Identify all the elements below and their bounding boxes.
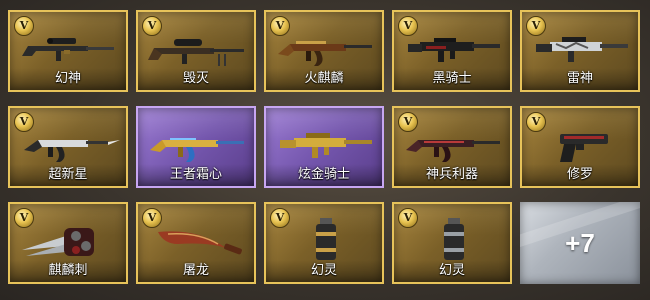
weapon-card[interactable]: V 火麒麟 [264, 10, 384, 92]
weapon-card[interactable]: V 幻灵 [392, 202, 512, 284]
weapon-card[interactable]: 王者霜心 [136, 106, 256, 188]
weapon-name: 幻灵 [394, 260, 510, 282]
ak-rifle-icon [150, 138, 244, 162]
ak-rifle-icon [406, 140, 500, 162]
weapon-name: 火麒麟 [266, 68, 382, 90]
claw-blade-icon [22, 228, 94, 256]
more-items-button[interactable]: +7 [520, 202, 640, 284]
weapon-card[interactable]: V 超新星 [8, 106, 128, 188]
weapon-card[interactable]: V 修罗 [520, 106, 640, 188]
sniper-rifle-icon [22, 38, 114, 61]
more-count: +7 [565, 227, 595, 258]
weapon-card[interactable]: V 幻灵 [264, 202, 384, 284]
pistol-icon [560, 134, 608, 162]
weapon-card[interactable]: V 黑骑士 [392, 10, 512, 92]
weapon-card[interactable]: V 神兵利器 [392, 106, 512, 188]
weapon-name: 屠龙 [138, 260, 254, 282]
weapon-name: 毁灭 [138, 68, 254, 90]
weapon-name: 王者霜心 [138, 164, 254, 186]
kukri-knife-icon [158, 231, 242, 255]
weapon-name: 超新星 [10, 164, 126, 186]
weapon-name: 黑骑士 [394, 68, 510, 90]
weapon-name: 幻神 [10, 68, 126, 90]
heavy-sniper-icon [148, 39, 244, 66]
weapon-name: 修罗 [522, 164, 638, 186]
ak-rifle-icon [278, 41, 372, 66]
weapon-card[interactable]: 炫金骑士 [264, 106, 384, 188]
weapon-name: 麒麟刺 [10, 260, 126, 282]
assault-rifle-icon [408, 38, 500, 62]
weapon-name: 雷神 [522, 68, 638, 90]
weapon-name: 神兵利器 [394, 164, 510, 186]
bayonet-rifle-icon [24, 140, 120, 162]
m4-rifle-icon [536, 37, 628, 62]
weapon-name: 炫金骑士 [266, 164, 382, 186]
weapon-card[interactable]: V 幻神 [8, 10, 128, 92]
weapon-name: 幻灵 [266, 260, 382, 282]
grenade-canister-icon [316, 218, 336, 260]
weapon-card[interactable]: V 麒麟刺 [8, 202, 128, 284]
weapon-card[interactable]: V 雷神 [520, 10, 640, 92]
weapon-grid: V 幻神 V 毁灭 V 火麒麟 V 黑骑士 V 雷神 V 超新星 王者霜心 炫金… [8, 10, 640, 284]
weapon-card[interactable]: V 屠龙 [136, 202, 256, 284]
grenade-canister-icon [444, 218, 464, 260]
weapon-card[interactable]: V 毁灭 [136, 10, 256, 92]
m4-rifle-icon [280, 133, 372, 158]
